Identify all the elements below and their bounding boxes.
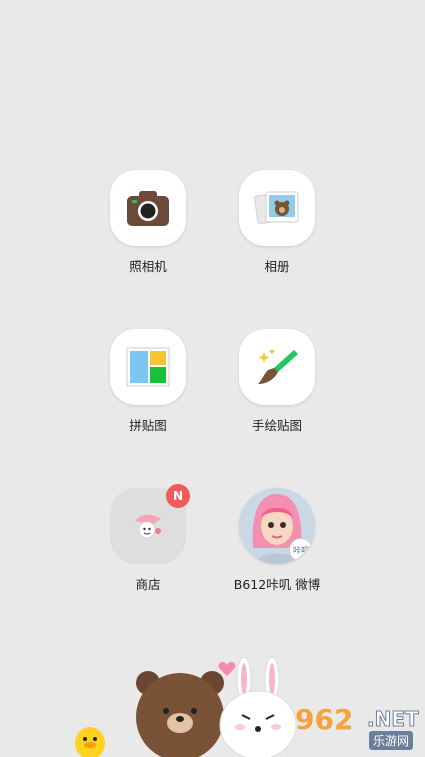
- app-label: 拼贴图: [129, 418, 167, 433]
- watermark-number: 962: [295, 703, 354, 736]
- paint-brush-icon-box[interactable]: [239, 329, 315, 405]
- camera-icon: [127, 191, 169, 226]
- paint-brush-icon: [258, 348, 298, 384]
- camera-icon-box[interactable]: [110, 170, 186, 246]
- avatar-icon-box[interactable]: 咔叽: [239, 488, 315, 564]
- bear-sticker-icon: [136, 671, 224, 757]
- app-b612-weibo[interactable]: 咔叽 B612咔叽 微博: [234, 488, 320, 593]
- album-icon-box[interactable]: [239, 170, 315, 246]
- app-label: 手绘贴图: [251, 418, 302, 433]
- app-camera[interactable]: 照相机: [109, 170, 187, 275]
- collage-icon-box[interactable]: [110, 329, 186, 405]
- watermark-suffix: .NET: [367, 707, 420, 732]
- avatar-tag: 咔叽: [289, 538, 313, 562]
- store-icon-box[interactable]: N: [110, 484, 190, 564]
- rabbit-sticker-icon: [219, 657, 297, 757]
- new-badge: N: [166, 484, 190, 508]
- album-icon: [254, 191, 299, 225]
- app-label: B612咔叽 微博: [233, 577, 321, 592]
- app-label: 照相机: [129, 259, 167, 274]
- app-collage[interactable]: 拼贴图: [109, 329, 187, 434]
- site-watermark: 962 .NET 乐游网: [295, 703, 419, 751]
- line-friends-stickers: 962 .NET 乐游网: [0, 647, 425, 757]
- collage-icon: [126, 347, 170, 387]
- duck-sticker-icon: [75, 727, 105, 757]
- watermark-site: 乐游网: [369, 731, 414, 750]
- app-album[interactable]: 相册: [238, 170, 316, 275]
- app-label: 相册: [264, 259, 290, 274]
- app-label: 商店: [135, 577, 161, 592]
- app-store[interactable]: N 商店: [109, 484, 190, 593]
- store-icon: [135, 514, 161, 539]
- app-hand-draw-sticker[interactable]: 手绘贴图: [238, 329, 316, 434]
